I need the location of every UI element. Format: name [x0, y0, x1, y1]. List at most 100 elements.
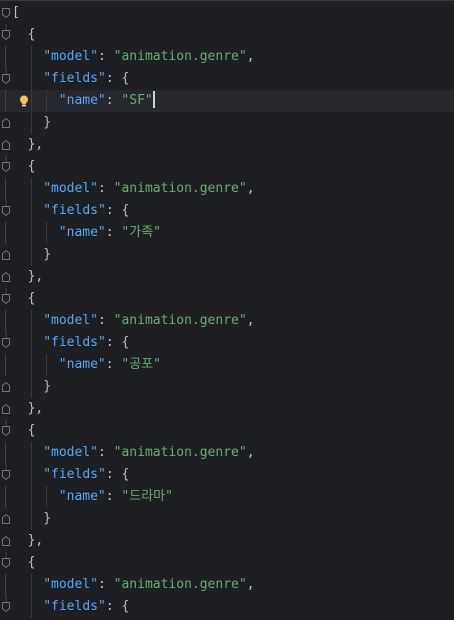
- code-line[interactable]: }: [0, 112, 454, 134]
- code-line[interactable]: {: [0, 288, 454, 310]
- fold-close-icon[interactable]: [1, 376, 10, 398]
- code-line[interactable]: },: [0, 398, 454, 420]
- fold-close-icon[interactable]: [1, 266, 10, 288]
- code-text: }: [43, 376, 51, 398]
- fold-open-icon[interactable]: [1, 156, 10, 178]
- fold-open-icon[interactable]: [1, 420, 10, 442]
- fold-open-icon[interactable]: [1, 596, 10, 618]
- code-line[interactable]: "name": "드라마": [0, 486, 454, 508]
- code-line[interactable]: "model": "animation.genre",: [0, 46, 454, 68]
- json-punctuation: : {: [105, 599, 130, 614]
- code-line[interactable]: "fields": {: [0, 332, 454, 354]
- json-key: "fields": [43, 335, 106, 350]
- json-punctuation: {: [27, 159, 36, 174]
- fold-open-icon[interactable]: [1, 552, 10, 574]
- fold-connector: [5, 442, 6, 464]
- code-line[interactable]: {: [0, 420, 454, 442]
- fold-close-icon[interactable]: [1, 244, 10, 266]
- fold-open-icon[interactable]: [1, 332, 10, 354]
- indent-guide: [30, 332, 32, 354]
- indent-guide: [46, 354, 48, 376]
- code-text: "name": "SF": [59, 90, 155, 112]
- code-line[interactable]: {: [0, 552, 454, 574]
- indent-guide: [30, 486, 32, 508]
- code-text: "name": "가족": [59, 222, 161, 244]
- code-line[interactable]: [: [0, 2, 454, 24]
- fold-connector: [5, 486, 6, 508]
- fold-open-icon[interactable]: [1, 464, 10, 486]
- indent-guide: [30, 508, 32, 530]
- json-punctuation: ,: [246, 313, 255, 328]
- json-punctuation: },: [27, 533, 44, 548]
- json-punctuation: {: [27, 555, 36, 570]
- indent-guide: [30, 596, 32, 618]
- code-line[interactable]: "name": "SF": [0, 90, 454, 112]
- json-string: "animation.genre": [113, 445, 247, 460]
- fold-close-icon[interactable]: [1, 530, 10, 552]
- code-text: },: [28, 266, 44, 288]
- json-key: "model": [43, 181, 98, 196]
- code-line[interactable]: "model": "animation.genre",: [0, 310, 454, 332]
- fold-open-icon[interactable]: [1, 68, 10, 90]
- code-line[interactable]: }: [0, 244, 454, 266]
- code-line[interactable]: "name": "가족": [0, 222, 454, 244]
- json-punctuation: {: [27, 27, 36, 42]
- fold-close-icon[interactable]: [1, 134, 10, 156]
- json-punctuation: ,: [246, 181, 255, 196]
- fold-connector: [5, 46, 6, 68]
- json-string: "animation.genre": [113, 313, 247, 328]
- code-line[interactable]: {: [0, 24, 454, 46]
- json-punctuation: }: [43, 379, 52, 394]
- fold-connector: [5, 222, 6, 244]
- code-text: {: [28, 24, 36, 46]
- editor-top-border: [0, 0, 454, 1]
- json-key: "name": [58, 357, 106, 372]
- json-punctuation: ,: [246, 445, 255, 460]
- code-line[interactable]: "fields": {: [0, 68, 454, 90]
- fold-open-icon[interactable]: [1, 288, 10, 310]
- json-punctuation: },: [27, 401, 44, 416]
- code-line[interactable]: }: [0, 376, 454, 398]
- fold-connector: [5, 178, 6, 200]
- json-key: "fields": [43, 467, 106, 482]
- json-punctuation: : {: [105, 71, 130, 86]
- code-line[interactable]: "fields": {: [0, 596, 454, 618]
- json-key: "model": [43, 577, 98, 592]
- code-line[interactable]: "model": "animation.genre",: [0, 574, 454, 596]
- code-line[interactable]: }: [0, 508, 454, 530]
- code-line[interactable]: "fields": {: [0, 200, 454, 222]
- fold-open-icon[interactable]: [1, 24, 10, 46]
- indent-guide: [30, 442, 32, 464]
- fold-close-icon[interactable]: [1, 112, 10, 134]
- json-key: "model": [43, 49, 98, 64]
- json-key: "model": [43, 313, 98, 328]
- lightbulb-icon[interactable]: [17, 94, 31, 108]
- code-text: "fields": {: [43, 200, 129, 222]
- code-line[interactable]: {: [0, 156, 454, 178]
- code-editor[interactable]: [{"model": "animation.genre", "fields": {…: [0, 0, 454, 620]
- code-line[interactable]: "name": "공포": [0, 354, 454, 376]
- code-text: "fields": {: [43, 68, 129, 90]
- fold-open-icon[interactable]: [1, 200, 10, 222]
- code-text: "fields": {: [43, 464, 129, 486]
- json-string: "공포": [121, 357, 161, 372]
- code-line[interactable]: "model": "animation.genre",: [0, 442, 454, 464]
- fold-close-icon[interactable]: [1, 398, 10, 420]
- code-line[interactable]: },: [0, 530, 454, 552]
- code-text: "model": "animation.genre",: [43, 310, 254, 332]
- code-line[interactable]: "model": "animation.genre",: [0, 178, 454, 200]
- indent-guide: [30, 310, 32, 332]
- code-text: }: [43, 112, 51, 134]
- fold-close-icon[interactable]: [1, 508, 10, 530]
- json-key: "fields": [43, 71, 106, 86]
- code-line[interactable]: },: [0, 266, 454, 288]
- indent-guide: [30, 178, 32, 200]
- code-line[interactable]: },: [0, 134, 454, 156]
- fold-open-icon[interactable]: [1, 2, 10, 24]
- json-punctuation: : {: [105, 335, 130, 350]
- code-text: "model": "animation.genre",: [43, 178, 254, 200]
- code-line[interactable]: "fields": {: [0, 464, 454, 486]
- code-text: [: [12, 2, 20, 24]
- json-punctuation: },: [27, 269, 44, 284]
- code-text: },: [28, 530, 44, 552]
